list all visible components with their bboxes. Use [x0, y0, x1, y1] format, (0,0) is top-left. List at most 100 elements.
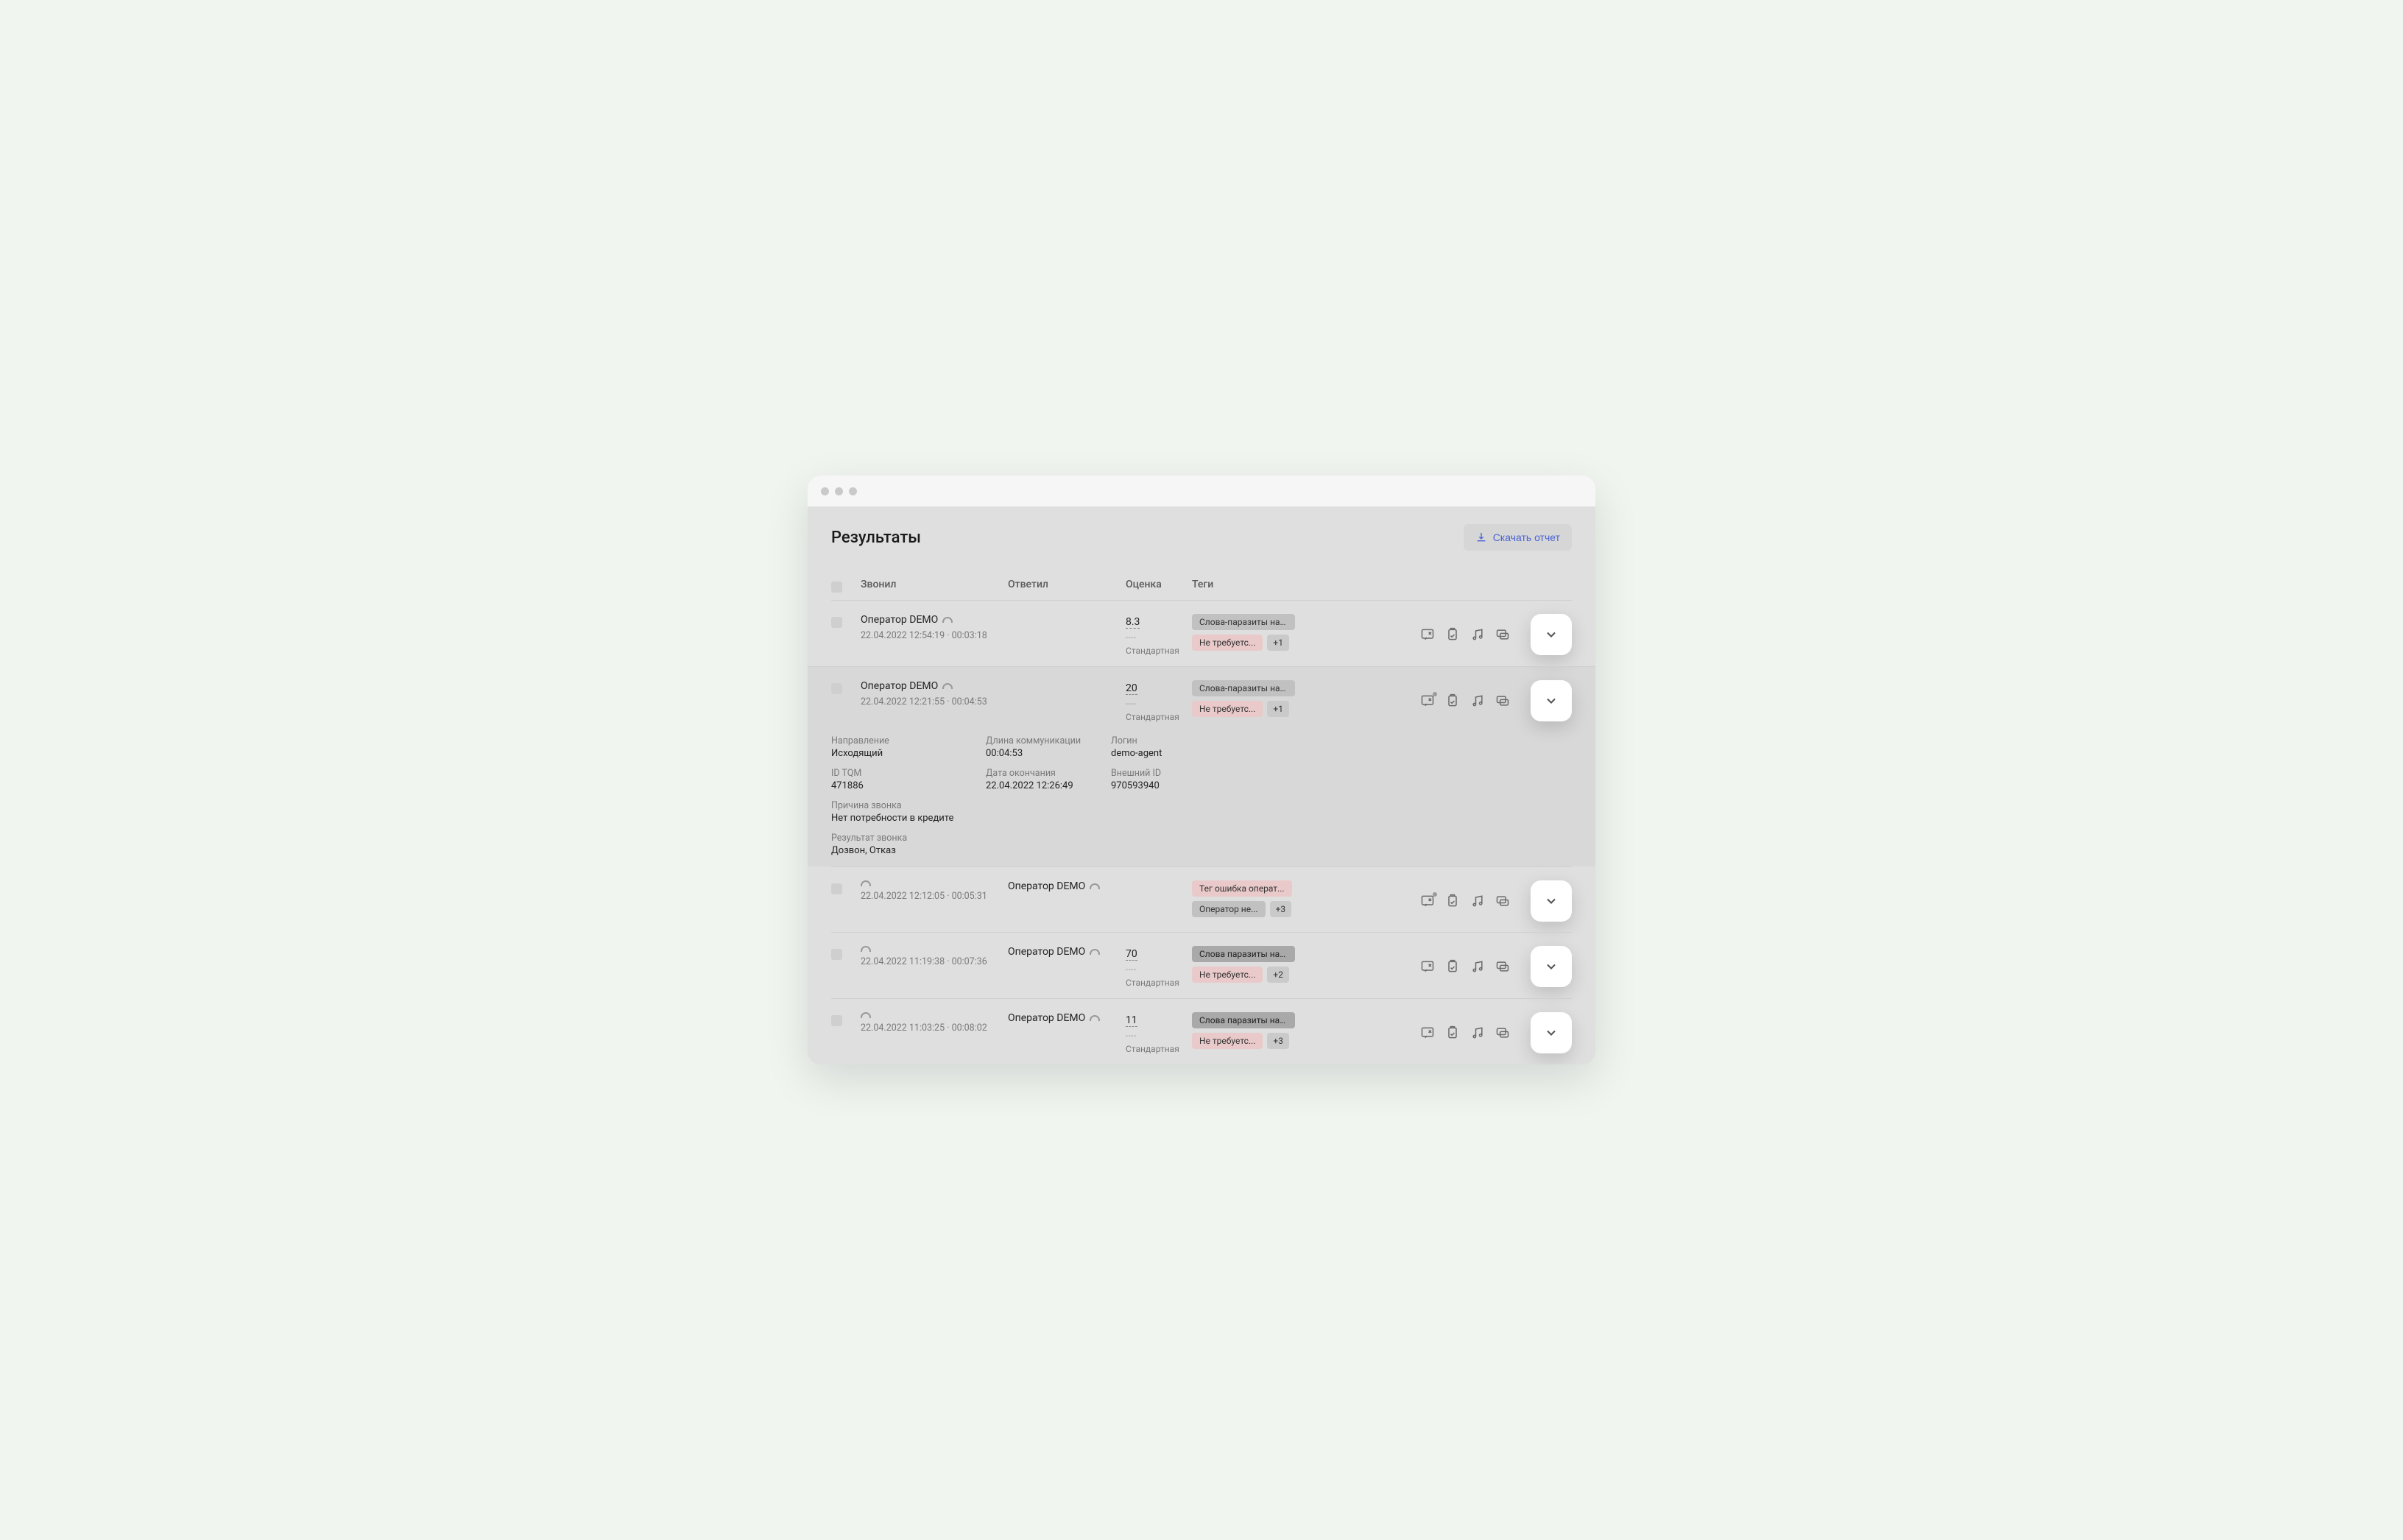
tag[interactable]: Слова паразиты на ... [1192, 1012, 1295, 1028]
score-label: Стандартная [1126, 1044, 1192, 1054]
app-window: Результаты Скачать отчет Звонил Ответил … [808, 476, 1595, 1064]
tag[interactable]: Слова-паразиты на ... [1192, 680, 1295, 696]
col-tags: Теги [1192, 579, 1395, 593]
call-direction-icon [1090, 949, 1100, 955]
chevron-down-icon [1544, 1025, 1559, 1040]
row-checkbox[interactable] [831, 883, 842, 894]
clipboard-icon[interactable] [1445, 894, 1460, 908]
tag[interactable]: Не требуетс... [1192, 701, 1263, 717]
clipboard-icon[interactable] [1445, 693, 1460, 708]
expand-button[interactable] [1531, 946, 1572, 987]
expand-button[interactable] [1531, 680, 1572, 721]
row-actions [1395, 614, 1572, 655]
call-direction-icon [942, 683, 953, 689]
score-label: Стандартная [1126, 712, 1192, 722]
comment-icon[interactable] [1420, 894, 1435, 908]
tag-more[interactable]: +3 [1267, 1033, 1289, 1049]
call-meta: 22.04.2022 11:19:38 · 00:07:36 [861, 956, 1008, 967]
caller-name [861, 880, 1008, 886]
answered-name: Оператор DEMO [1008, 880, 1126, 892]
row-checkbox[interactable] [831, 617, 842, 628]
row-actions [1395, 946, 1572, 987]
tag-more[interactable]: +3 [1270, 901, 1292, 917]
row-details: НаправлениеИсходящий Длина коммуникации0… [831, 732, 1572, 856]
tag[interactable]: Оператор не... [1192, 901, 1266, 917]
call-meta: 22.04.2022 12:21:55 · 00:04:53 [861, 696, 1008, 707]
call-direction-icon [861, 1012, 871, 1018]
chevron-down-icon [1544, 693, 1559, 708]
answered-name: Оператор DEMO [1008, 1012, 1126, 1024]
row-actions [1395, 1012, 1572, 1053]
score-label: Стандартная [1126, 978, 1192, 988]
tag[interactable]: Не требуетс... [1192, 1033, 1263, 1049]
table-row: 22.04.2022 11:19:38 · 00:07:36 Оператор … [831, 932, 1572, 998]
call-meta: 22.04.2022 12:12:05 · 00:05:31 [861, 891, 1008, 902]
call-direction-icon [1090, 1015, 1100, 1021]
expand-button[interactable] [1531, 614, 1572, 655]
chat-icon[interactable] [1495, 894, 1510, 908]
caller-name [861, 1012, 1008, 1018]
tag[interactable]: Не требуетс... [1192, 967, 1263, 983]
call-meta: 22.04.2022 11:03:25 · 00:08:02 [861, 1022, 1008, 1034]
tag[interactable]: Тег ошибка операт... [1192, 880, 1292, 897]
table-header: Звонил Ответил Оценка Теги [831, 571, 1572, 600]
tag-more[interactable]: +1 [1267, 701, 1289, 717]
row-checkbox[interactable] [831, 949, 842, 960]
col-score: Оценка [1126, 579, 1192, 593]
tag[interactable]: Не требуетс... [1192, 635, 1263, 651]
caller-name [861, 946, 1008, 952]
audio-icon[interactable] [1470, 627, 1485, 642]
tag[interactable]: Слова-паразиты на ... [1192, 614, 1295, 630]
clipboard-icon[interactable] [1445, 959, 1460, 974]
chevron-down-icon [1544, 959, 1559, 974]
row-checkbox[interactable] [831, 1015, 842, 1026]
caller-name: Оператор DEMO [861, 680, 1008, 692]
download-label: Скачать отчет [1493, 531, 1560, 543]
chat-icon[interactable] [1495, 693, 1510, 708]
audio-icon[interactable] [1470, 894, 1485, 908]
download-icon [1475, 531, 1487, 543]
window-dot[interactable] [849, 487, 857, 495]
clipboard-icon[interactable] [1445, 627, 1460, 642]
tag[interactable]: Слова паразиты на ... [1192, 946, 1295, 962]
tag-more[interactable]: +1 [1267, 635, 1289, 651]
expand-button[interactable] [1531, 880, 1572, 922]
score-value: 70 [1126, 948, 1137, 961]
row-checkbox[interactable] [831, 683, 842, 694]
answered-name: Оператор DEMO [1008, 946, 1126, 958]
chevron-down-icon [1544, 894, 1559, 908]
chevron-down-icon [1544, 627, 1559, 642]
audio-icon[interactable] [1470, 959, 1485, 974]
table-row: Оператор DEMO 22.04.2022 12:21:55 · 00:0… [808, 666, 1595, 866]
call-direction-icon [861, 880, 871, 886]
caller-name: Оператор DEMO [861, 614, 1008, 626]
comment-icon[interactable] [1420, 1025, 1435, 1040]
comment-icon[interactable] [1420, 959, 1435, 974]
audio-icon[interactable] [1470, 1025, 1485, 1040]
window-dot[interactable] [835, 487, 843, 495]
download-report-button[interactable]: Скачать отчет [1464, 524, 1572, 551]
table-row: Оператор DEMO 22.04.2022 12:54:19 · 00:0… [831, 600, 1572, 666]
table-row: 22.04.2022 12:12:05 · 00:05:31 Оператор … [831, 866, 1572, 932]
chat-icon[interactable] [1495, 627, 1510, 642]
window-dot[interactable] [821, 487, 829, 495]
expand-button[interactable] [1531, 1012, 1572, 1053]
audio-icon[interactable] [1470, 693, 1485, 708]
call-direction-icon [1090, 883, 1100, 889]
select-all-checkbox[interactable] [831, 582, 842, 593]
call-direction-icon [942, 617, 953, 623]
tag-more[interactable]: +2 [1267, 967, 1289, 983]
comment-icon[interactable] [1420, 627, 1435, 642]
score-value: 20 [1126, 682, 1137, 695]
clipboard-icon[interactable] [1445, 1025, 1460, 1040]
call-meta: 22.04.2022 12:54:19 · 00:03:18 [861, 630, 1008, 641]
col-answered: Ответил [1008, 579, 1126, 593]
chat-icon[interactable] [1495, 1025, 1510, 1040]
row-actions [1395, 680, 1572, 721]
content-area: Результаты Скачать отчет Звонил Ответил … [808, 506, 1595, 1064]
score-value: 11 [1126, 1014, 1137, 1027]
titlebar [808, 476, 1595, 506]
comment-icon[interactable] [1420, 693, 1435, 708]
chat-icon[interactable] [1495, 959, 1510, 974]
page-title: Результаты [831, 529, 921, 547]
